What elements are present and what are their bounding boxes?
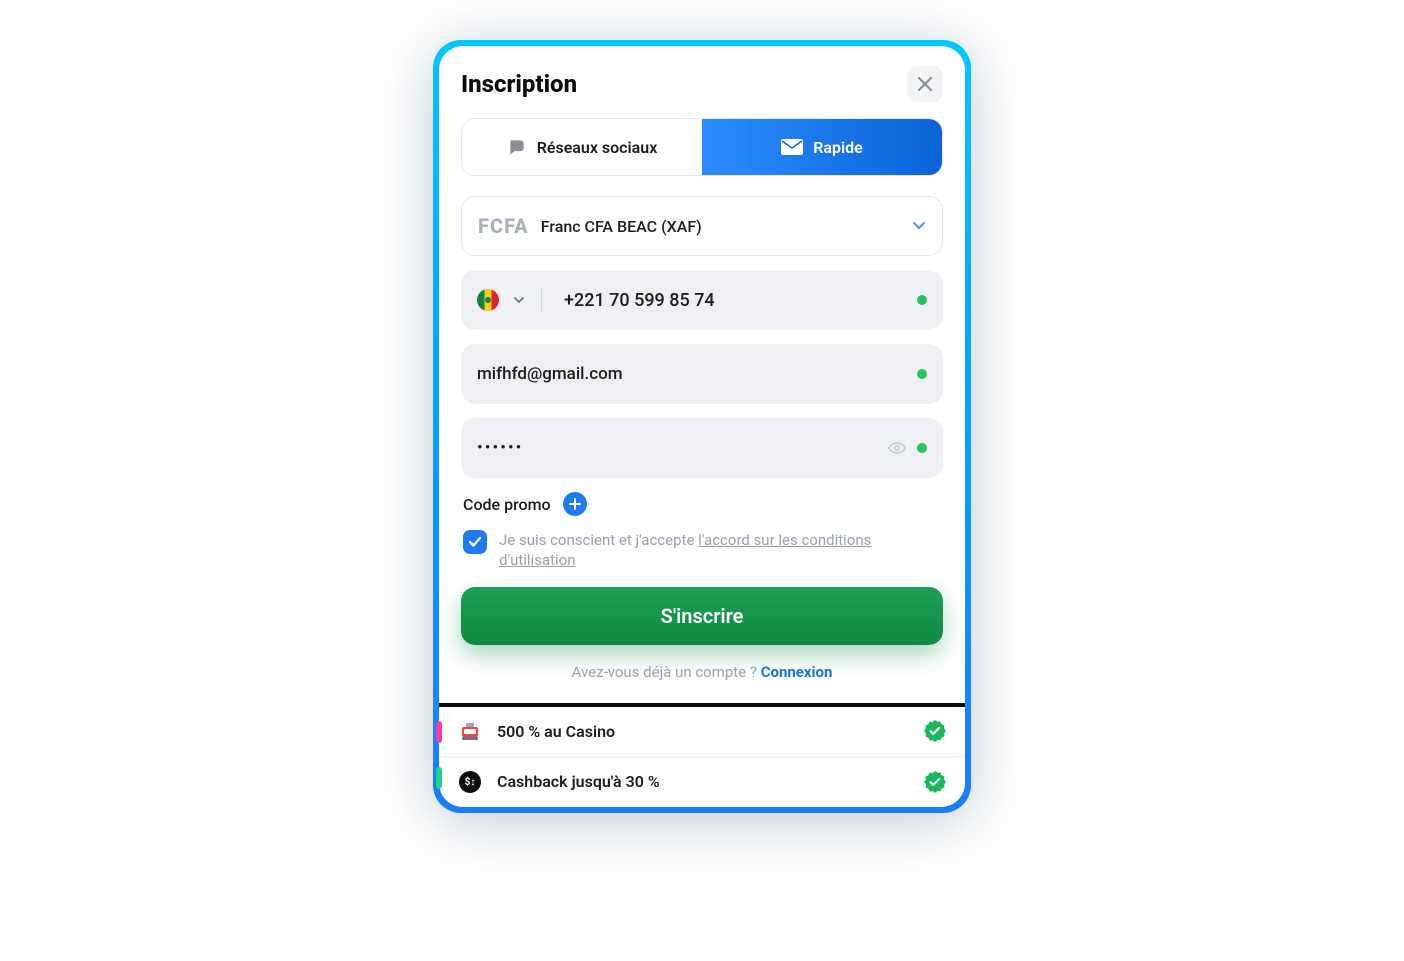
- promo-item-casino[interactable]: 500 % au Casino: [439, 707, 965, 757]
- phone-country-chevron-down-icon[interactable]: [513, 296, 525, 305]
- login-link[interactable]: Connexion: [761, 663, 833, 681]
- password-field[interactable]: ••••••: [461, 418, 943, 478]
- verified-badge-icon: [923, 719, 947, 743]
- accent-green: [436, 767, 442, 789]
- promo-casino-label: 500 % au Casino: [497, 722, 909, 741]
- login-prefix: Avez-vous déjà un compte ?: [572, 663, 761, 681]
- slot-machine-icon: [457, 718, 483, 744]
- tab-quick-label: Rapide: [813, 138, 863, 157]
- status-valid-dot: [917, 369, 927, 379]
- cashback-icon: $↕: [457, 769, 483, 795]
- login-row: Avez-vous déjà un compte ? Connexion: [461, 663, 943, 681]
- chevron-down-icon: [912, 221, 926, 231]
- promo-cashback-label: Cashback jusqu'à 30 %: [497, 772, 909, 791]
- promo-item-cashback[interactable]: $↕ Cashback jusqu'à 30 %: [439, 757, 965, 807]
- currency-select[interactable]: FCFA Franc CFA BEAC (XAF): [461, 196, 943, 256]
- plus-icon: [569, 498, 581, 510]
- terms-prefix: Je suis conscient et j'accepte: [499, 531, 698, 549]
- tab-social[interactable]: Réseaux sociaux: [462, 119, 702, 175]
- svg-text:$↕: $↕: [465, 775, 476, 788]
- tab-quick[interactable]: Rapide: [702, 119, 942, 175]
- accent-pink: [436, 721, 442, 743]
- chat-icon: [507, 137, 527, 157]
- signup-button-label: S'inscrire: [661, 604, 744, 628]
- terms-checkbox[interactable]: [463, 530, 487, 554]
- email-input[interactable]: mifhfd@gmail.com: [477, 364, 917, 384]
- envelope-icon: [781, 139, 803, 155]
- status-valid-dot: [917, 295, 927, 305]
- close-icon: [918, 77, 932, 91]
- check-icon: [468, 536, 482, 548]
- page-title: Inscription: [461, 70, 577, 98]
- promo-strip: 500 % au Casino $↕ Cashback jusqu'à 30 %: [439, 703, 965, 807]
- status-valid-dot: [917, 443, 927, 453]
- promo-label: Code promo: [463, 495, 551, 514]
- tab-social-label: Réseaux sociaux: [537, 138, 658, 157]
- terms-text: Je suis conscient et j'accepte l'accord …: [499, 530, 941, 571]
- email-field[interactable]: mifhfd@gmail.com: [461, 344, 943, 404]
- phone-field[interactable]: +221 70 599 85 74: [461, 270, 943, 330]
- password-input[interactable]: ••••••: [477, 438, 887, 458]
- signup-tabs: Réseaux sociaux Rapide: [461, 118, 943, 176]
- promo-add-button[interactable]: [563, 492, 587, 516]
- currency-name: Franc CFA BEAC (XAF): [541, 217, 912, 236]
- separator: [541, 287, 542, 313]
- close-button[interactable]: [907, 66, 943, 102]
- signup-button[interactable]: S'inscrire: [461, 587, 943, 645]
- flag-senegal-icon: [477, 289, 499, 311]
- phone-frame: Inscription Réseaux sociaux Rapide: [433, 40, 971, 813]
- currency-code: FCFA: [478, 214, 529, 238]
- phone-input[interactable]: +221 70 599 85 74: [564, 290, 903, 311]
- signup-card: Inscription Réseaux sociaux Rapide: [439, 46, 965, 703]
- verified-badge-icon: [923, 770, 947, 794]
- eye-icon[interactable]: [887, 438, 907, 458]
